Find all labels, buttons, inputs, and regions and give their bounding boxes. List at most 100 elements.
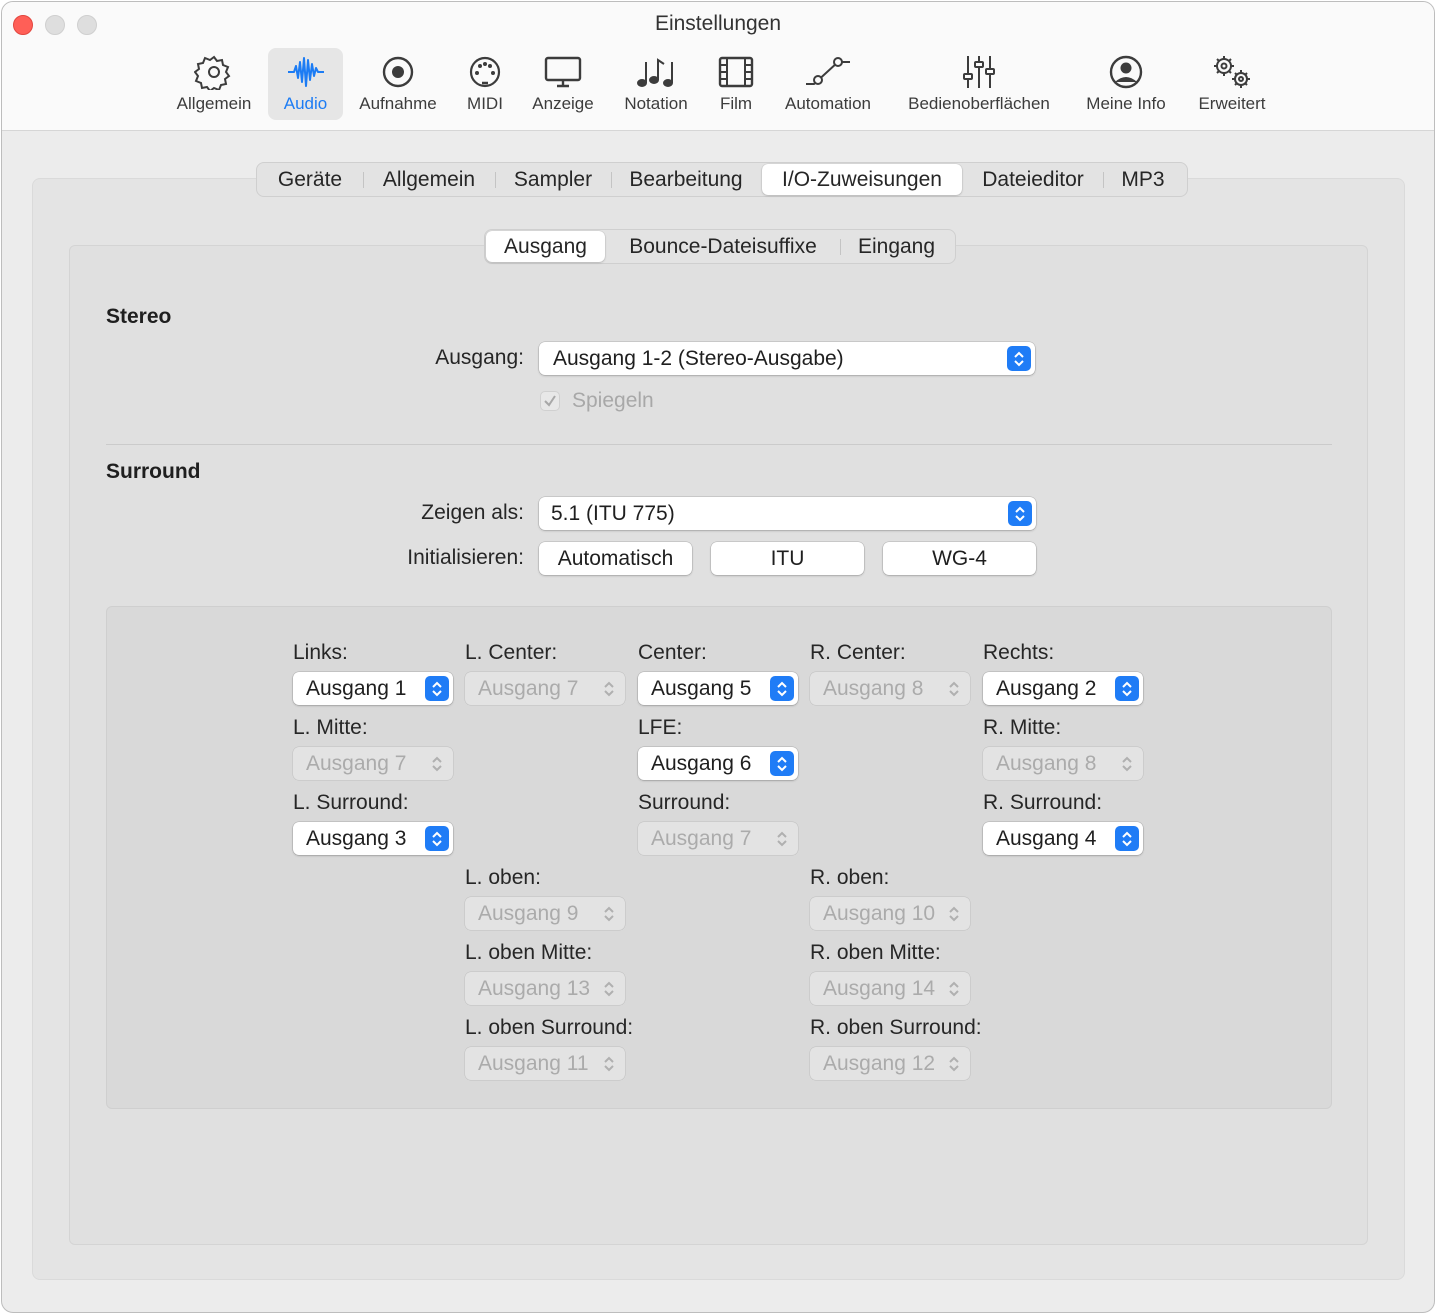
channel-popup-rechts[interactable]: Ausgang 2: [983, 672, 1143, 705]
waveform-icon: [287, 57, 324, 87]
chevron-updown-icon: [425, 676, 449, 701]
toolbar-allgemein[interactable]: Allgemein: [167, 48, 261, 120]
channel-popup-l-mitte: Ausgang 7: [293, 747, 453, 780]
show-as-label: Zeigen als:: [421, 501, 524, 524]
toolbar-audio[interactable]: Audio: [268, 48, 343, 120]
channel-popup-lfe[interactable]: Ausgang 6: [638, 747, 798, 780]
popup-value: Ausgang 9: [478, 901, 579, 925]
channel-popup-l-oben-surround: Ausgang 11: [465, 1047, 625, 1080]
toolbar-meine-info[interactable]: Meine Info: [1077, 48, 1175, 120]
toolbar-bedienoberflaechen[interactable]: Bedienoberflächen: [896, 48, 1062, 120]
chevron-updown-icon: [942, 676, 966, 701]
toolbar-label: MIDI: [467, 94, 503, 113]
titlebar: Einstellungen Allgemein Audio Aufnahme M…: [2, 2, 1434, 131]
toolbar-notation[interactable]: Notation: [614, 48, 698, 120]
chevron-updown-icon: [770, 751, 794, 776]
channel-label-r-mitte: R. Mitte:: [983, 716, 1062, 739]
toolbar-label: Audio: [283, 94, 328, 113]
toolbar-automation[interactable]: Automation: [775, 48, 881, 120]
init-wg4-button[interactable]: WG-4: [883, 542, 1036, 575]
main-tab-bar: Geräte Allgemein Sampler Bearbeitung I/O…: [256, 162, 1188, 197]
mirror-label: Spiegeln: [572, 389, 654, 412]
tab-sampler[interactable]: Sampler: [495, 163, 611, 196]
channel-popup-r-oben: Ausgang 10: [810, 897, 970, 930]
channel-popup-l-center: Ausgang 7: [465, 672, 625, 705]
toolbar-erweitert[interactable]: Erweitert: [1188, 48, 1276, 120]
popup-value: Ausgang 10: [823, 901, 936, 925]
popup-value: Ausgang 3: [306, 826, 407, 850]
init-automatisch-button[interactable]: Automatisch: [539, 542, 692, 575]
chevron-updown-icon: [597, 976, 621, 1001]
chevron-updown-icon: [1007, 346, 1031, 371]
subtab-eingang[interactable]: Eingang: [840, 230, 953, 263]
channel-label-links: Links:: [293, 641, 348, 664]
stereo-section-title: Stereo: [106, 305, 172, 328]
channel-popup-center[interactable]: Ausgang 5: [638, 672, 798, 705]
mirror-checkbox[interactable]: [540, 391, 560, 411]
popup-value: Ausgang 6: [651, 751, 752, 775]
tab-bearbeitung[interactable]: Bearbeitung: [611, 163, 761, 196]
popup-value: Ausgang 14: [823, 976, 936, 1000]
channel-popup-r-surround[interactable]: Ausgang 4: [983, 822, 1143, 855]
notes-icon: [637, 58, 673, 87]
popup-value: Ausgang 8: [996, 751, 1097, 775]
toolbar-label: Erweitert: [1198, 94, 1266, 113]
channel-label-l-oben: L. oben:: [465, 866, 541, 889]
chevron-updown-icon: [1115, 676, 1139, 701]
gears-icon: [1214, 56, 1250, 88]
record-icon: [382, 56, 414, 88]
stereo-output-popup[interactable]: Ausgang 1-2 (Stereo-Ausgabe): [539, 342, 1035, 375]
popup-value: Ausgang 12: [823, 1051, 936, 1075]
tab-mp3[interactable]: MP3: [1103, 163, 1183, 196]
tab-allgemein[interactable]: Allgemein: [363, 163, 495, 196]
toolbar-aufnahme[interactable]: Aufnahme: [352, 48, 444, 120]
midi-icon: [469, 56, 501, 88]
channel-popup-surround: Ausgang 7: [638, 822, 798, 855]
film-icon: [718, 56, 754, 88]
section-divider: [106, 444, 1332, 445]
popup-value: Ausgang 13: [478, 976, 591, 1000]
channel-label-r-oben: R. oben:: [810, 866, 890, 889]
chevron-updown-icon: [1008, 501, 1032, 526]
tab-geraete[interactable]: Geräte: [257, 163, 363, 196]
toolbar-label: Aufnahme: [359, 94, 437, 113]
chevron-updown-icon: [770, 676, 794, 701]
chevron-updown-icon: [942, 1051, 966, 1076]
subtab-ausgang[interactable]: Ausgang: [486, 231, 605, 262]
mirror-checkbox-row[interactable]: Spiegeln: [540, 389, 654, 413]
surround-section-title: Surround: [106, 460, 201, 483]
preferences-window: Einstellungen Allgemein Audio Aufnahme M…: [1, 1, 1435, 1313]
window-title: Einstellungen: [654, 12, 782, 35]
popup-value: Ausgang 11: [478, 1051, 589, 1075]
toolbar-label: Notation: [624, 94, 688, 113]
toolbar-label: Anzeige: [532, 94, 594, 113]
toolbar-anzeige[interactable]: Anzeige: [525, 48, 601, 120]
channel-label-l-mitte: L. Mitte:: [293, 716, 368, 739]
chevron-updown-icon: [425, 826, 449, 851]
toolbar-label: Meine Info: [1086, 94, 1166, 113]
channel-popup-l-oben: Ausgang 9: [465, 897, 625, 930]
chevron-updown-icon: [597, 901, 621, 926]
channel-label-r-oben-surround: R. oben Surround:: [810, 1016, 982, 1039]
channel-label-lfe: LFE:: [638, 716, 683, 739]
show-as-popup[interactable]: 5.1 (ITU 775): [539, 497, 1036, 530]
popup-value: Ausgang 5: [651, 676, 752, 700]
toolbar-film[interactable]: Film: [711, 48, 761, 120]
subtab-bounce-dateisuffixe[interactable]: Bounce-Dateisuffixe: [606, 230, 840, 263]
channel-label-r-center: R. Center:: [810, 641, 906, 664]
channel-popup-links[interactable]: Ausgang 1: [293, 672, 453, 705]
chevron-updown-icon: [597, 1051, 621, 1076]
popup-value: Ausgang 2: [996, 676, 1097, 700]
channel-popup-l-oben-mitte: Ausgang 13: [465, 972, 625, 1005]
tab-io-zuweisungen[interactable]: I/O-Zuweisungen: [762, 164, 962, 195]
channel-label-surround: Surround:: [638, 791, 731, 814]
toolbar-label: Allgemein: [176, 94, 252, 113]
init-itu-button[interactable]: ITU: [711, 542, 864, 575]
automation-icon: [806, 57, 850, 85]
channel-label-l-oben-surround: L. oben Surround:: [465, 1016, 634, 1039]
toolbar-midi[interactable]: MIDI: [459, 48, 511, 120]
toolbar-label: Film: [719, 94, 753, 113]
channel-popup-l-surround[interactable]: Ausgang 3: [293, 822, 453, 855]
tab-dateieditor[interactable]: Dateieditor: [963, 163, 1103, 196]
chevron-updown-icon: [942, 901, 966, 926]
